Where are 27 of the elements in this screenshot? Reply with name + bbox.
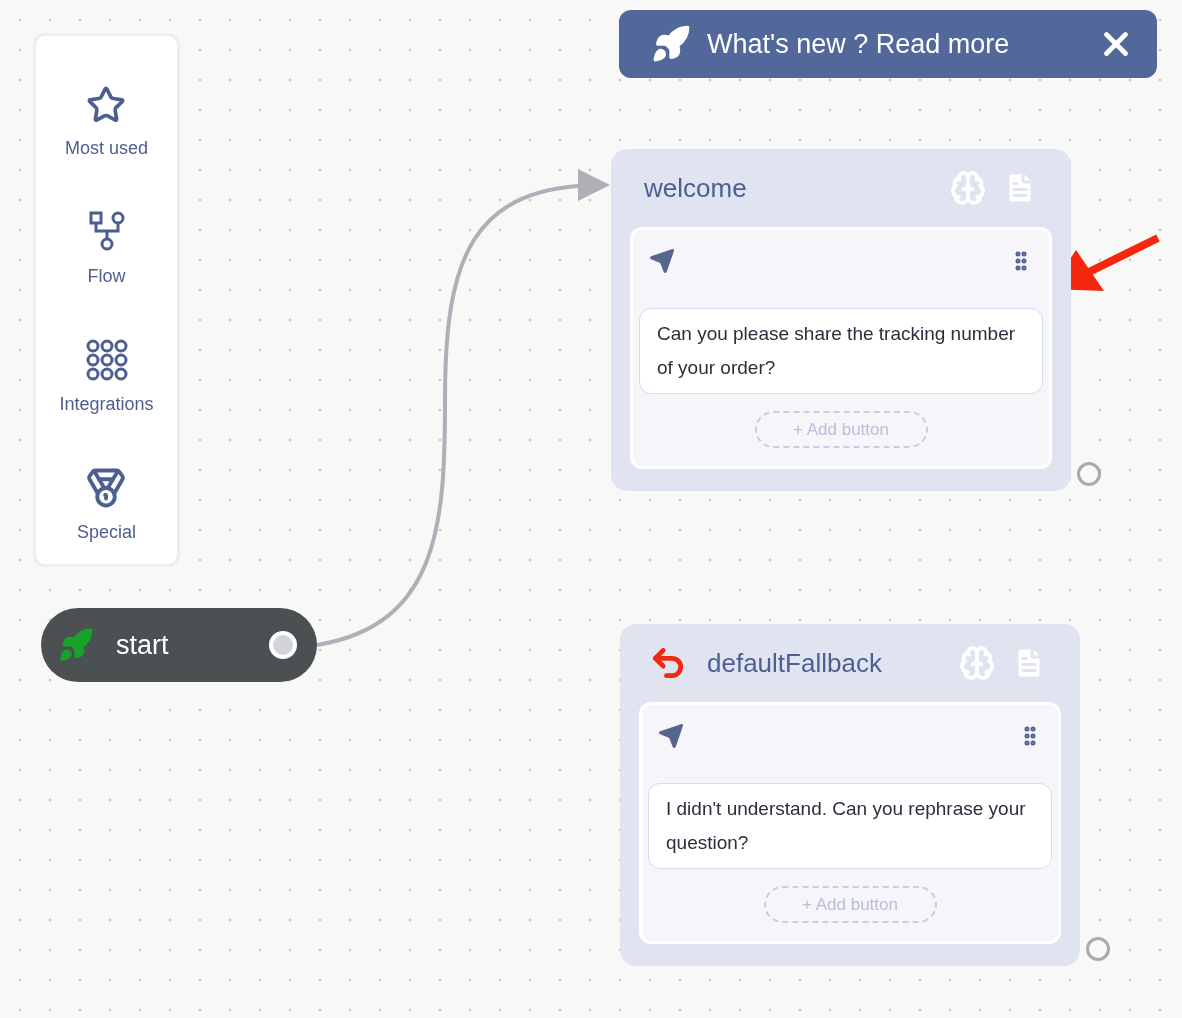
send-icon [658,723,684,749]
send-icon [649,248,675,274]
banner-text: What's new ? Read more [707,27,1010,61]
sidebar-item[interactable]: Special [76,519,136,546]
output-handle[interactable] [1086,937,1110,961]
brain-icon[interactable] [950,170,986,206]
sidebar-item[interactable]: Most used [64,135,148,162]
medal-icon [85,467,128,509]
brain-icon[interactable] [959,645,995,681]
node-card[interactable]: welcome Can you please share the tracking number of your order? + Add button [611,149,1071,491]
sidebar-item[interactable]: Flow [87,263,126,290]
node-title: defaultFallback [707,646,882,680]
node-title: welcome [644,171,747,205]
message-text: Can you please share the tracking number of your order? [657,323,1016,378]
start-label: start [116,628,169,662]
message-bubble[interactable]: I didn't understand. Can you rephrase your question? [648,783,1052,869]
rocket-icon [651,24,691,64]
node-card[interactable]: defaultFallback I didn't understand. Can you rephrase your question? + Add button [620,624,1080,966]
grid-icon [85,339,128,381]
message-text: I didn't understand. Can you rephrase your question? [666,798,1026,853]
message-bubble[interactable]: Can you please share the tracking number of your order? [639,308,1043,394]
news-banner[interactable]: What's new ? Read more [619,10,1157,78]
sidebar-item[interactable]: Integrations [59,391,154,418]
output-handle[interactable] [1077,462,1101,486]
rocket-icon [58,627,94,663]
star-icon [86,85,127,125]
start-node[interactable]: start [41,608,317,682]
